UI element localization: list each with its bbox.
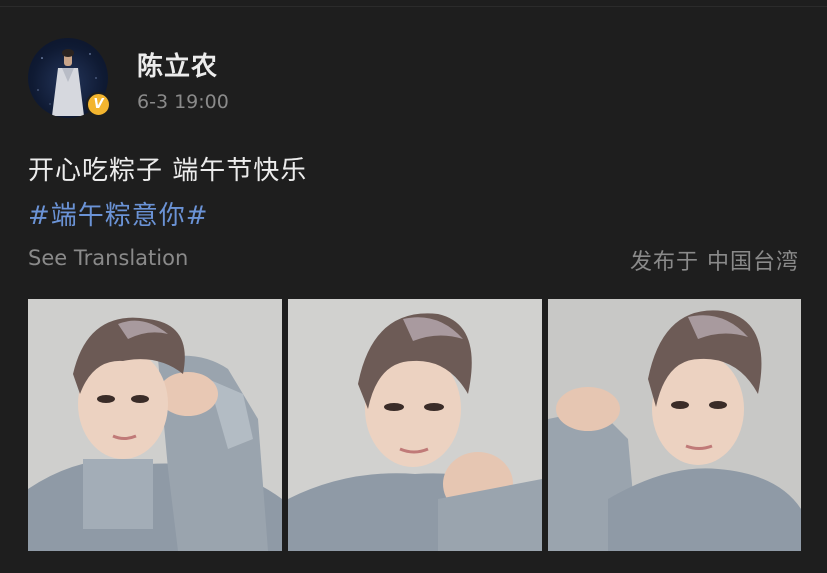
post-photo-3[interactable] xyxy=(548,299,801,551)
verified-badge-icon: V xyxy=(86,92,111,117)
see-translation-link[interactable]: See Translation xyxy=(28,246,188,270)
post-timestamp: 6-3 19:00 xyxy=(137,91,229,113)
avatar-container[interactable]: V xyxy=(28,38,111,118)
hashtag-link[interactable]: #端午粽意你# xyxy=(28,195,209,232)
post-location: 发布于 中国台湾 xyxy=(630,250,799,275)
weibo-post: V 陈立农 6-3 19:00 开心吃粽子 端午节快乐 #端午粽意你# See … xyxy=(0,0,827,573)
post-photo-1[interactable] xyxy=(28,299,282,551)
divider xyxy=(0,6,827,7)
username[interactable]: 陈立农 xyxy=(137,46,218,83)
post-photo-2[interactable] xyxy=(288,299,542,551)
post-text: 开心吃粽子 端午节快乐 xyxy=(28,156,308,186)
